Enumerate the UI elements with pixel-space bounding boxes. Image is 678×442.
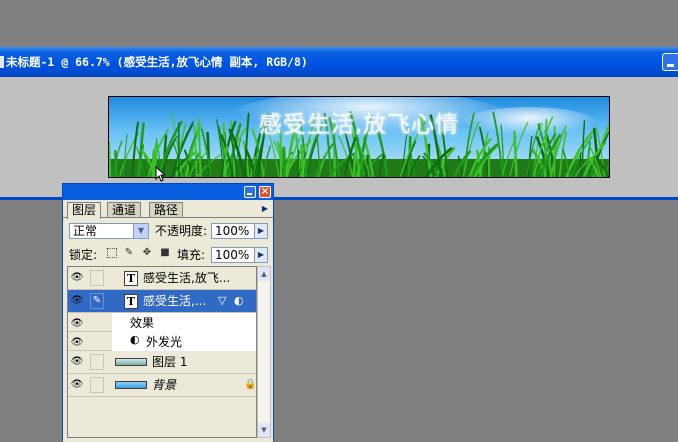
app-icon — [0, 56, 4, 68]
layer-row[interactable]: 👁 图层 1 — [68, 351, 256, 374]
blend-mode-value: 正常 — [73, 224, 98, 238]
layers-scrollbar[interactable]: ▲ ▼ — [257, 266, 271, 438]
fx-icon: ◐ — [130, 333, 140, 346]
palette-close-button[interactable]: × — [259, 186, 271, 198]
layers-palette: × 图层 通道 路径 ▶ 正常 ▼ 不透明度: 100% ▶ 锁定: ✎ ✥ ■… — [62, 183, 274, 442]
lock-icon: 🔒 — [244, 379, 257, 390]
eye-icon[interactable]: 👁 — [70, 356, 84, 368]
layer-name: 感受生活,... — [143, 294, 207, 308]
effect-row[interactable]: 👁 ◐ 外发光 — [68, 332, 256, 351]
lock-label: 锁定: — [69, 248, 98, 262]
scroll-up-icon[interactable]: ▲ — [258, 267, 270, 281]
lock-row: 锁定: ✎ ✥ ■ 填充: 100% ▶ — [63, 245, 273, 265]
palette-footer — [63, 438, 273, 442]
eye-icon[interactable]: 👁 — [70, 379, 84, 391]
opacity-label: 不透明度: — [155, 224, 208, 238]
fill-input[interactable]: 100% — [211, 247, 255, 263]
palette-tabs: 图层 通道 路径 — [63, 200, 273, 219]
effects-label: 效果 — [130, 316, 155, 330]
layer-link-slot[interactable] — [90, 354, 104, 370]
layer-thumbnail — [115, 381, 147, 389]
eye-icon[interactable]: 👁 — [70, 318, 84, 330]
text-layer-icon: T — [124, 271, 138, 286]
effects-header-bg: 效果 — [112, 313, 256, 332]
banner-image[interactable]: 感受生活,放飞心情 — [108, 96, 610, 178]
layer-link-slot[interactable] — [90, 377, 104, 393]
layers-list: 👁 T 感受生活,放飞... 👁 ✎ T 感受生活,... ▽ ◐ 👁 效果 👁… — [67, 266, 257, 438]
fill-label: 填充: — [177, 248, 206, 262]
eye-icon[interactable]: 👁 — [70, 295, 84, 307]
layer-row[interactable]: 👁 T 感受生活,放飞... — [68, 267, 256, 290]
document-titlebar[interactable]: 未标题-1 @ 66.7% (感受生活,放飞心情 副本, RGB/8) — [0, 47, 678, 77]
layer-name: 背景 — [152, 378, 177, 392]
layer-row[interactable]: 👁 背景 🔒 — [68, 374, 256, 397]
palette-titlebar[interactable]: × — [63, 184, 273, 200]
scroll-down-icon[interactable]: ▼ — [258, 423, 270, 437]
lock-brush-icon[interactable]: ✎ — [124, 248, 134, 258]
layer-row-selected[interactable]: 👁 ✎ T 感受生活,... ▽ ◐ — [68, 290, 256, 313]
layer-thumbnail — [115, 358, 147, 366]
banner-text: 感受生活,放飞心情 — [258, 112, 460, 138]
layer-name: 感受生活,放飞... — [143, 271, 231, 285]
layer-link-slot[interactable] — [90, 270, 104, 286]
minimize-button[interactable] — [662, 53, 678, 71]
document-title: 未标题-1 @ 66.7% (感受生活,放飞心情 副本, RGB/8) — [6, 55, 308, 69]
layers-empty-area[interactable] — [68, 397, 256, 437]
blend-row: 正常 ▼ 不透明度: 100% ▶ — [63, 221, 273, 241]
palette-minimize-button[interactable] — [244, 186, 256, 198]
palette-menu-arrow-icon[interactable]: ▶ — [260, 204, 270, 214]
tab-layers[interactable]: 图层 — [67, 202, 102, 219]
opacity-slider-button[interactable]: ▶ — [254, 223, 268, 239]
text-layer-icon: T — [124, 294, 138, 309]
effect-name: 外发光 — [146, 335, 183, 349]
blend-mode-select[interactable]: 正常 ▼ — [69, 223, 149, 239]
lock-transparency-icon[interactable] — [107, 248, 117, 258]
lock-move-icon[interactable]: ✥ — [142, 248, 152, 258]
eye-icon[interactable]: 👁 — [70, 337, 84, 349]
fx-icon: ◐ — [234, 294, 244, 307]
effect-row-bg: ◐ 外发光 — [112, 332, 256, 351]
tab-channels[interactable]: 通道 — [107, 202, 142, 217]
mouse-cursor-icon — [155, 166, 165, 182]
tab-paths[interactable]: 路径 — [149, 202, 184, 217]
fill-slider-button[interactable]: ▶ — [254, 247, 268, 263]
layer-name: 图层 1 — [152, 355, 188, 369]
effects-expand-icon[interactable]: ▽ — [218, 294, 226, 307]
eye-icon[interactable]: 👁 — [70, 272, 84, 284]
lock-all-icon[interactable]: ■ — [160, 248, 170, 258]
effects-header-row[interactable]: 👁 效果 — [68, 313, 256, 332]
brush-icon[interactable]: ✎ — [90, 293, 104, 309]
chevron-down-icon[interactable]: ▼ — [133, 224, 148, 238]
opacity-input[interactable]: 100% — [211, 223, 255, 239]
